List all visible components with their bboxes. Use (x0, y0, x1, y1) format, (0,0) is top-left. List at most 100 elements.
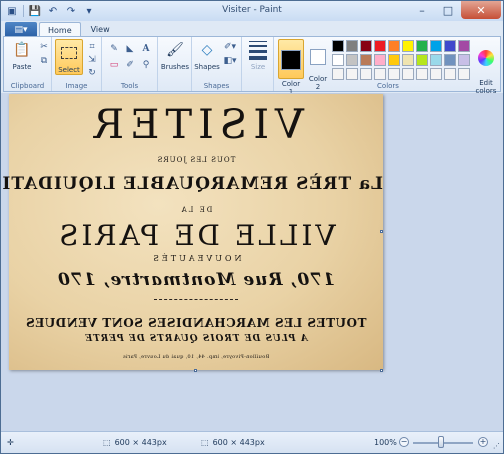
fill-shape-icon[interactable]: ◧▾ (222, 55, 238, 67)
zoom-level: 100% (374, 438, 397, 447)
shapes-group-label: Shapes (203, 82, 230, 90)
palette-swatch[interactable] (332, 54, 344, 66)
copy-icon[interactable]: ⧉ (38, 55, 50, 67)
palette-swatch[interactable] (416, 54, 428, 66)
palette-swatch[interactable] (444, 68, 456, 80)
paint-menu-button[interactable]: ▤▾ (5, 22, 37, 37)
edit-colors-icon (475, 47, 497, 69)
palette-swatch[interactable] (346, 40, 358, 52)
save-icon[interactable]: 💾 (28, 4, 42, 18)
color2-button[interactable]: Color 2 (306, 39, 330, 91)
palette-swatch[interactable] (430, 68, 442, 80)
palette-swatch[interactable] (346, 68, 358, 80)
clipboard-group: 📋 Paste ✂ ⧉ Clipboard (4, 37, 52, 91)
tools-group: ✎ ◣ A ▭ ✐ ⚲ Tools (102, 37, 158, 91)
canvas-area[interactable]: VISITER TOUS LES JOURS La TRÈS REMARQUAB… (1, 93, 503, 431)
text-icon[interactable]: A (140, 43, 152, 55)
palette-swatch[interactable] (388, 54, 400, 66)
resize-icon[interactable]: ⇲ (86, 54, 98, 66)
quick-access-toolbar: ▣ 💾 ↶ ↷ ▾ (1, 4, 96, 18)
palette-swatch[interactable] (374, 54, 386, 66)
brushes-label: Brushes (160, 63, 190, 71)
poster-line-2: TOUS LES JOURS (156, 156, 236, 164)
pencil-icon[interactable]: ✎ (108, 43, 120, 55)
palette-swatch[interactable] (444, 54, 456, 66)
palette-swatch[interactable] (402, 68, 414, 80)
palette-swatch[interactable] (346, 54, 358, 66)
poster-line-6: NOUVEAUTÉS (150, 254, 242, 263)
colors-group: Color 1 Color 2 Edit colors Colors (274, 37, 502, 96)
status-selection: ⬚ 600 × 443px (103, 438, 167, 447)
close-button[interactable]: ✕ (461, 1, 501, 19)
minimize-button[interactable]: – (409, 1, 435, 19)
magnifier-icon[interactable]: ⚲ (140, 59, 152, 71)
color-picker-icon[interactable]: ✐ (124, 59, 136, 71)
zoom-out-button[interactable]: − (399, 437, 409, 447)
clipboard-group-label: Clipboard (10, 82, 45, 90)
image-group-label: Image (65, 82, 88, 90)
palette-swatch[interactable] (332, 68, 344, 80)
palette-swatch[interactable] (360, 68, 372, 80)
paste-label: Paste (12, 63, 32, 71)
redo-icon[interactable]: ↷ (64, 4, 78, 18)
palette-swatch[interactable] (402, 54, 414, 66)
poster-line-8: TOUTES LES MARCHANDISES SONT VENDUES (25, 316, 367, 330)
colors-group-label: Colors (377, 82, 399, 90)
rotate-icon[interactable]: ↻ (86, 67, 98, 79)
palette-swatch[interactable] (374, 40, 386, 52)
cut-icon[interactable]: ✂ (38, 41, 50, 53)
toolbar-separator (23, 5, 24, 17)
eraser-icon[interactable]: ▭ (108, 59, 120, 71)
zoom-in-button[interactable]: + (478, 437, 488, 447)
palette-swatch[interactable] (430, 54, 442, 66)
color-palette (332, 40, 470, 80)
brush-icon: 🖌 (166, 42, 184, 58)
title-bar: ▣ 💾 ↶ ↷ ▾ Visiter - Paint – □ ✕ (1, 1, 503, 21)
palette-swatch[interactable] (332, 40, 344, 52)
outline-icon[interactable]: ✐▾ (222, 41, 238, 53)
palette-swatch[interactable] (388, 40, 400, 52)
resize-grip-icon[interactable]: ⋰ (493, 442, 500, 450)
crop-icon[interactable]: ⌗ (86, 41, 98, 53)
paste-button[interactable]: 📋 Paste (7, 39, 37, 71)
palette-swatch[interactable] (416, 68, 428, 80)
palette-swatch[interactable] (458, 54, 470, 66)
palette-swatch[interactable] (458, 68, 470, 80)
paint-app-icon[interactable]: ▣ (5, 4, 19, 18)
customize-toolbar-icon[interactable]: ▾ (82, 4, 96, 18)
palette-swatch[interactable] (402, 40, 414, 52)
shapes-button[interactable]: ◇ Shapes (193, 39, 221, 71)
palette-swatch[interactable] (360, 54, 372, 66)
palette-swatch[interactable] (430, 40, 442, 52)
image-size-icon: ⬚ (201, 438, 209, 447)
fill-icon[interactable]: ◣ (124, 43, 136, 55)
resize-handle-bottom[interactable] (194, 369, 197, 372)
poster-line-5: VILLE DE PARIS (56, 219, 336, 252)
tab-view[interactable]: View (83, 22, 118, 37)
canvas-image[interactable]: VISITER TOUS LES JOURS La TRÈS REMARQUAB… (1, 94, 383, 370)
palette-swatch[interactable] (444, 40, 456, 52)
size-button[interactable]: Size (244, 39, 272, 71)
image-group: Select ⌗ ⇲ ↻ Image (52, 37, 102, 91)
resize-handle-corner[interactable] (380, 369, 383, 372)
brushes-group: 🖌 Brushes (158, 37, 192, 91)
selection-size-icon: ⬚ (103, 438, 111, 447)
selection-size-text: 600 × 443px (114, 438, 167, 447)
size-group: Size (242, 37, 274, 91)
zoom-slider-thumb[interactable] (438, 436, 444, 448)
palette-swatch[interactable] (360, 40, 372, 52)
tab-home[interactable]: Home (39, 22, 81, 37)
color1-button[interactable]: Color 1 (278, 39, 304, 96)
clipboard-icon: 📋 (13, 42, 31, 58)
select-button[interactable]: Select (55, 39, 83, 75)
palette-swatch[interactable] (388, 68, 400, 80)
resize-handle-right[interactable] (380, 230, 383, 233)
palette-swatch[interactable] (416, 40, 428, 52)
maximize-button[interactable]: □ (435, 1, 461, 19)
undo-icon[interactable]: ↶ (46, 4, 60, 18)
select-label: Select (58, 66, 80, 74)
size-label: Size (250, 63, 266, 71)
brushes-button[interactable]: 🖌 Brushes (160, 39, 190, 71)
palette-swatch[interactable] (374, 68, 386, 80)
palette-swatch[interactable] (458, 40, 470, 52)
